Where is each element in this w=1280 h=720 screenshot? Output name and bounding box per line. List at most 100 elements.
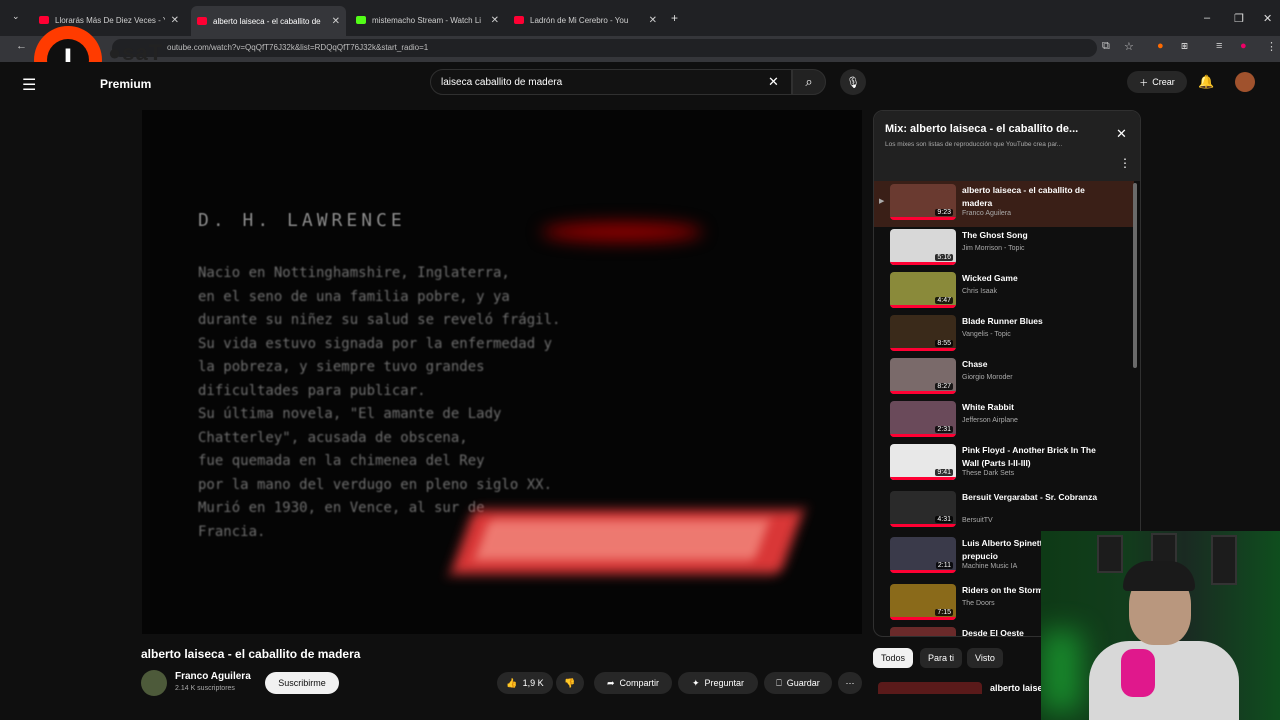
playlist-item[interactable]: 8:27 Chase Giorgio Moroder — [874, 355, 1134, 401]
share-button[interactable]: ➦ Compartir — [594, 672, 672, 694]
playlist-item-title: Bersuit Vergarabat - Sr. Cobranza — [962, 492, 1098, 502]
bookmark-star-icon[interactable]: ☆ — [1124, 40, 1134, 53]
playlist-item-title: Wicked Game — [962, 273, 1018, 283]
playlist-item[interactable]: 8:55 Blade Runner Blues Vangelis - Topic — [874, 312, 1134, 358]
playlist-item-title: White Rabbit — [962, 402, 1014, 412]
back-icon[interactable]: ← — [16, 40, 27, 52]
new-tab-button[interactable]: + — [671, 11, 678, 25]
notifications-bell-icon[interactable]: 🔔 — [1198, 74, 1214, 90]
duration-badge: 7:15 — [935, 609, 953, 616]
save-button[interactable]: ⎕ Guardar — [764, 672, 832, 694]
duration-badge: 9:41 — [935, 469, 953, 476]
playlist-item[interactable]: 5:16 The Ghost Song Jim Morrison - Topic — [874, 226, 1134, 272]
search-input[interactable] — [430, 69, 792, 95]
chip-all[interactable]: Todos — [873, 648, 914, 668]
maximize-icon[interactable]: ❐ — [1234, 12, 1244, 25]
minimize-icon[interactable]: – — [1204, 12, 1210, 24]
close-icon[interactable]: ✕ — [1116, 126, 1127, 142]
playlist-item[interactable]: 4:31 Bersuit Vergarabat - Sr. Cobranza Ber… — [874, 488, 1134, 534]
playlist-thumbnail[interactable]: 8:55 — [890, 315, 956, 351]
hamburger-menu-icon[interactable]: ☰ — [22, 75, 36, 95]
tab-3[interactable]: mistemacho Stream - Watch Li ✕ — [350, 8, 505, 32]
playlist-thumbnail[interactable] — [890, 627, 956, 636]
video-red-glow — [542, 222, 702, 242]
close-icon[interactable]: ✕ — [649, 15, 657, 26]
playlist-thumbnail[interactable]: 7:15 — [890, 584, 956, 620]
profile-icon[interactable]: ● — [1240, 40, 1247, 52]
clear-search-icon[interactable]: ✕ — [768, 74, 779, 90]
playlist-item-channel: Jefferson Airplane — [962, 417, 1018, 424]
close-icon[interactable]: ✕ — [332, 16, 340, 27]
more-vertical-icon[interactable]: ⋮ — [1119, 156, 1131, 170]
tab-4[interactable]: Ladrón de Mi Cerebro - You ✕ — [508, 8, 663, 32]
streamer-body — [1089, 641, 1239, 720]
extension-icon[interactable]: ● — [1157, 40, 1164, 52]
playlist-scrollbar[interactable] — [1133, 183, 1137, 368]
playlist-item-channel: Jim Morrison - Topic — [962, 245, 1025, 252]
recommended-thumbnail[interactable] — [878, 682, 982, 694]
close-icon[interactable]: ✕ — [171, 15, 179, 26]
playlist-item[interactable]: ▶ 9:23 alberto laiseca - el caballito de m… — [874, 181, 1134, 227]
browser-menu-icon[interactable]: ⋮ — [1266, 40, 1277, 53]
playlist-thumbnail[interactable]: 2:31 — [890, 401, 956, 437]
playlist-header: Mix: alberto laiseca - el caballito de..… — [874, 111, 1140, 181]
more-horizontal-icon: ⋯ — [845, 677, 855, 688]
dislike-button[interactable]: 👎 — [556, 672, 584, 694]
like-button[interactable]: 👍 1,9 K — [497, 672, 553, 694]
playlist-thumbnail[interactable]: 5:16 — [890, 229, 956, 265]
ask-label: Preguntar — [704, 678, 745, 688]
close-icon[interactable]: ✕ — [491, 15, 499, 26]
chip-for-you[interactable]: Para ti — [920, 648, 963, 668]
tab-search-list-icon[interactable]: ≡ — [1216, 40, 1222, 52]
more-actions-button[interactable]: ⋯ — [838, 672, 862, 694]
video-frame-heading: D. H. LAWRENCE — [198, 210, 406, 231]
voice-search-button[interactable]: 🎙 — [840, 69, 866, 95]
playlist-item[interactable]: 4:47 Wicked Game Chris Isaak — [874, 269, 1134, 315]
tab-label: alberto laiseca - el caballito de — [213, 16, 321, 26]
chip-watched[interactable]: Visto — [967, 648, 1003, 668]
playlist-item[interactable]: 9:41 Pink Floyd - Another Brick In The Wa… — [874, 441, 1134, 487]
channel-name[interactable]: Franco Aguilera — [175, 671, 251, 682]
duration-badge: 4:31 — [935, 516, 953, 523]
progress-bar — [890, 617, 956, 620]
playlist-item-channel: These Dark Sets — [962, 470, 1015, 477]
subscribe-button[interactable]: Suscribirme — [265, 672, 339, 694]
kick-icon — [356, 16, 366, 24]
duration-badge: 8:27 — [935, 383, 953, 390]
progress-bar — [890, 217, 956, 220]
cast-icon[interactable]: ⧉ — [1102, 40, 1110, 53]
playlist-thumbnail[interactable]: 2:11 — [890, 537, 956, 573]
address-bar[interactable]: outube.com/watch?v=QqQfT76J32k&list=RDQq… — [112, 39, 1097, 57]
channel-avatar[interactable] — [141, 670, 167, 696]
playlist-thumbnail[interactable]: 9:41 — [890, 444, 956, 480]
playlist-thumbnail[interactable]: 8:27 — [890, 358, 956, 394]
playlist-item-channel: Chris Isaak — [962, 288, 998, 295]
playlist-item-title: Pink Floyd - Another Brick In The Wall (… — [962, 445, 1096, 468]
playlist-title[interactable]: Mix: alberto laiseca - el caballito de..… — [885, 123, 1105, 135]
duration-badge: 5:16 — [935, 254, 953, 261]
playlist-item[interactable]: 2:31 White Rabbit Jefferson Airplane — [874, 398, 1134, 444]
create-button[interactable]: ＋ Crear — [1127, 71, 1187, 93]
playlist-item-title: The Ghost Song — [962, 230, 1028, 240]
sparkle-icon: ✦ — [691, 677, 700, 688]
youtube-icon — [514, 16, 524, 24]
wall-frame — [1211, 535, 1237, 585]
recommended-title[interactable]: alberto laise — [990, 683, 1043, 693]
subscriber-count: 2.14 K suscriptores — [175, 685, 235, 692]
tab-search-icon[interactable]: ⌄ — [12, 11, 20, 22]
search-button[interactable]: ⌕ — [792, 69, 826, 95]
playlist-item-channel: Franco Aguilera — [962, 210, 1012, 217]
youtube-premium-logo[interactable]: Premium — [100, 77, 151, 91]
video-player[interactable]: D. H. LAWRENCE Nacio en Nottinghamshire,… — [142, 110, 862, 634]
user-avatar[interactable] — [1235, 72, 1255, 92]
create-label: Crear — [1152, 77, 1175, 87]
close-window-icon[interactable]: ✕ — [1263, 12, 1272, 25]
playlist-thumbnail[interactable]: 4:31 — [890, 491, 956, 527]
tab-2[interactable]: alberto laiseca - el caballito de ✕ — [191, 6, 346, 36]
wall-frame — [1097, 535, 1123, 573]
ask-button[interactable]: ✦ Preguntar — [678, 672, 758, 694]
extensions-puzzle-icon[interactable]: ⧆ — [1181, 40, 1188, 53]
progress-bar — [890, 305, 956, 308]
playlist-thumbnail[interactable]: 4:47 — [890, 272, 956, 308]
playlist-thumbnail[interactable]: 9:23 — [890, 184, 956, 220]
